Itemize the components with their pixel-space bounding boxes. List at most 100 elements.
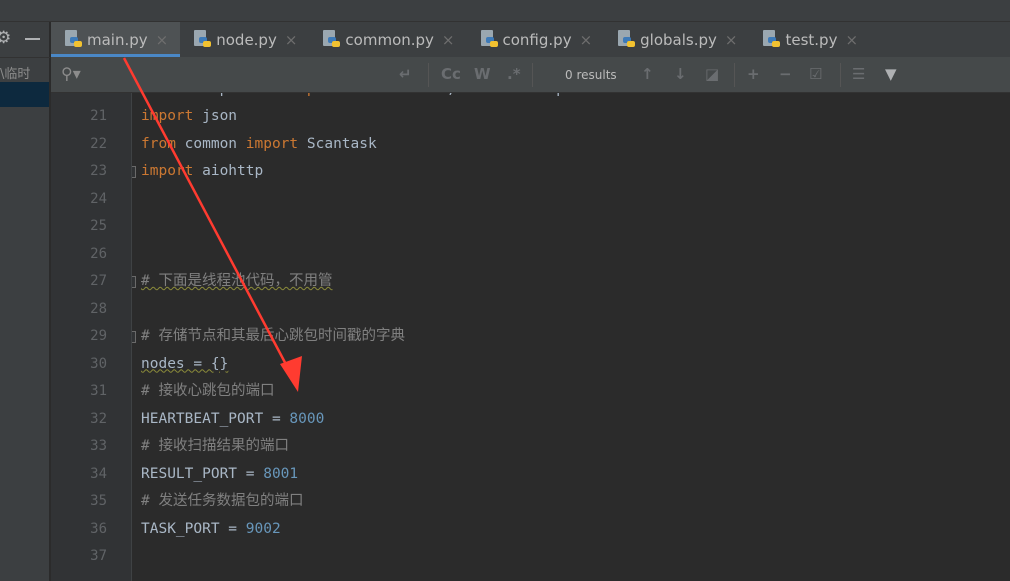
code-token: common bbox=[175, 135, 246, 152]
code-token: json bbox=[193, 108, 238, 124]
fold-marker-icon[interactable] bbox=[132, 276, 136, 288]
close-icon[interactable]: × bbox=[442, 31, 455, 49]
code-line[interactable]: import aiohttp bbox=[141, 158, 263, 186]
close-icon[interactable]: × bbox=[845, 31, 858, 49]
code-token: import bbox=[141, 108, 194, 124]
code-token: # 发送任务数据包的端口 bbox=[141, 493, 304, 509]
gear-icon[interactable]: ⚙ bbox=[0, 28, 11, 48]
tab-test-py[interactable]: test.py × bbox=[749, 22, 870, 57]
line-number: 21 bbox=[90, 108, 107, 124]
line-number: 26 bbox=[90, 245, 107, 262]
code-token: import bbox=[245, 135, 299, 152]
tab-label: main.py bbox=[87, 30, 148, 49]
code-token: nodes = {} bbox=[141, 355, 229, 372]
fold-marker-icon[interactable] bbox=[132, 331, 136, 343]
minimize-icon[interactable] bbox=[25, 38, 40, 40]
code-line[interactable]: from httpserver import HTTPServer, BaseH… bbox=[141, 93, 656, 103]
fold-marker-icon[interactable] bbox=[132, 166, 136, 178]
tab-label: node.py bbox=[216, 30, 277, 49]
python-file-icon bbox=[763, 30, 781, 49]
title-bar bbox=[0, 0, 1010, 22]
line-number: 25 bbox=[90, 218, 107, 234]
words-toggle[interactable]: W bbox=[474, 65, 491, 83]
code-token: Scantask bbox=[298, 135, 377, 152]
code-token: RESULT_PORT = bbox=[141, 465, 264, 482]
tab-node-py[interactable]: node.py × bbox=[180, 22, 309, 57]
code-token: 8001 bbox=[263, 465, 299, 482]
filter-settings-icon[interactable]: ☰ bbox=[852, 65, 865, 83]
find-bar: ⚲▾ ↵ Cc W .* 0 results ↑ ↓ ◪ + − ☑ ☰ ▼ bbox=[51, 57, 1010, 93]
code-token: 8000 bbox=[289, 410, 325, 427]
tab-label: common.py bbox=[345, 30, 434, 49]
python-file-icon bbox=[323, 30, 341, 49]
editor-tabs: main.py × node.py × common.py × config.py × glob… bbox=[51, 22, 1010, 57]
tab-config-py[interactable]: config.py × bbox=[467, 22, 605, 57]
search-icon[interactable]: ⚲▾ bbox=[61, 64, 81, 83]
search-results-count: 0 results bbox=[565, 68, 617, 82]
line-number: 22 bbox=[90, 135, 107, 152]
tab-main-py[interactable]: main.py × bbox=[51, 22, 181, 57]
select-occurrences-icon[interactable]: ☑ bbox=[809, 65, 822, 83]
tab-label: config.py bbox=[502, 30, 572, 49]
line-number: 33 bbox=[90, 438, 107, 454]
tab-label: globals.py bbox=[640, 30, 717, 49]
code-line[interactable]: # 接收扫描结果的端口 bbox=[141, 433, 289, 461]
code-line[interactable]: nodes = {} bbox=[141, 351, 228, 379]
newline-icon[interactable]: ↵ bbox=[399, 65, 412, 83]
project-tree-item[interactable]: \临时 bbox=[0, 63, 30, 82]
line-number: 37 bbox=[90, 548, 107, 564]
line-number: 28 bbox=[90, 300, 107, 317]
tab-common-py[interactable]: common.py × bbox=[309, 22, 466, 57]
code-line[interactable]: import json bbox=[141, 103, 237, 131]
selected-tree-row[interactable] bbox=[0, 82, 49, 107]
code-line[interactable]: TASK_PORT = 9002 bbox=[141, 516, 281, 544]
line-number: 31 bbox=[90, 383, 107, 399]
arrow-down-icon[interactable]: ↓ bbox=[674, 65, 687, 83]
code-token: TASK_PORT = bbox=[141, 520, 246, 537]
code-line[interactable]: # 发送任务数据包的端口 bbox=[141, 488, 303, 516]
close-icon[interactable]: × bbox=[285, 31, 298, 49]
tab-label: test.py bbox=[785, 30, 838, 49]
close-icon[interactable]: × bbox=[725, 31, 738, 49]
code-token: # 接收扫描结果的端口 bbox=[141, 438, 289, 454]
divider bbox=[0, 57, 50, 58]
code-token: httpserver bbox=[176, 93, 290, 97]
python-file-icon bbox=[480, 30, 498, 49]
python-file-icon bbox=[618, 30, 636, 49]
line-number: 32 bbox=[90, 410, 107, 427]
tab-globals-py[interactable]: globals.py × bbox=[604, 22, 749, 57]
code-token: from bbox=[141, 93, 176, 97]
close-icon[interactable]: × bbox=[580, 31, 593, 49]
code-token: HEARTBEAT_PORT = bbox=[141, 410, 290, 427]
python-file-icon bbox=[194, 30, 212, 49]
match-case-toggle[interactable]: Cc bbox=[441, 65, 461, 83]
code-token: # 接收心跳包的端口 bbox=[141, 383, 275, 399]
regex-toggle[interactable]: .* bbox=[507, 65, 521, 83]
code-token: # 下面是线程池代码，不用管 bbox=[141, 273, 333, 289]
code-line[interactable]: # 接收心跳包的端口 bbox=[141, 378, 274, 406]
line-number: 35 bbox=[90, 493, 107, 509]
code-line[interactable]: RESULT_PORT = 8001 bbox=[141, 461, 298, 489]
line-number: 36 bbox=[90, 520, 107, 537]
code-line[interactable]: HEARTBEAT_PORT = 8000 bbox=[141, 406, 324, 434]
arrow-up-icon[interactable]: ↑ bbox=[641, 65, 654, 83]
code-token: # 存储节点和其最后心跳包时间戳的字典 bbox=[141, 328, 405, 344]
code-token: from bbox=[141, 135, 176, 152]
code-editor[interactable]: from httpserver import HTTPServer, BaseH… bbox=[132, 93, 1010, 581]
line-number: 34 bbox=[90, 465, 107, 482]
code-line[interactable]: # 下面是线程池代码，不用管 bbox=[141, 268, 332, 296]
divider bbox=[532, 63, 533, 87]
code-line[interactable]: # 存储节点和其最后心跳包时间戳的字典 bbox=[141, 323, 405, 351]
divider bbox=[840, 63, 841, 87]
add-occurrence-icon[interactable]: + bbox=[747, 65, 760, 83]
close-icon[interactable]: × bbox=[156, 31, 169, 49]
python-file-icon bbox=[65, 30, 82, 49]
divider bbox=[734, 63, 735, 87]
remove-occurrence-icon[interactable]: − bbox=[779, 65, 792, 83]
line-number: 30 bbox=[90, 355, 107, 372]
project-panel: ⚙ \临时 bbox=[0, 22, 50, 581]
line-number: 20 bbox=[51, 93, 107, 103]
filter-icon[interactable]: ▼ bbox=[885, 65, 897, 83]
code-line[interactable]: from common import Scantask bbox=[141, 131, 377, 159]
select-all-icon[interactable]: ◪ bbox=[705, 65, 719, 83]
